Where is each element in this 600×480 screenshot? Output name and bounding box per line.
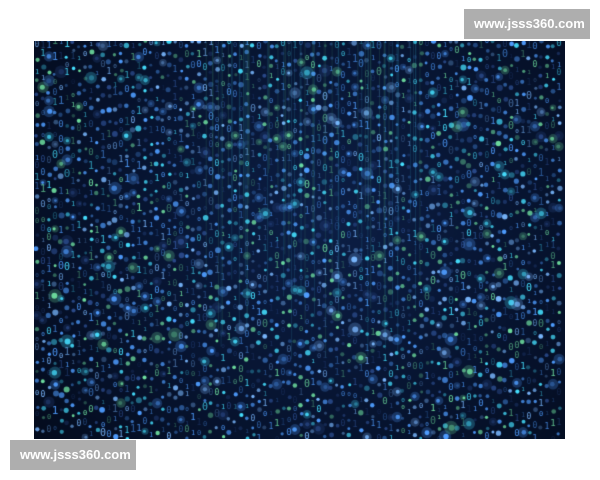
digital-rain-photo: [34, 41, 565, 439]
watermark-bottom: www.jsss360.com: [10, 440, 136, 470]
watermark-top: www.jsss360.com: [464, 9, 590, 39]
page: www.jsss360.com www.jsss360.com: [0, 0, 600, 480]
binary-digits-canvas: [34, 41, 565, 439]
